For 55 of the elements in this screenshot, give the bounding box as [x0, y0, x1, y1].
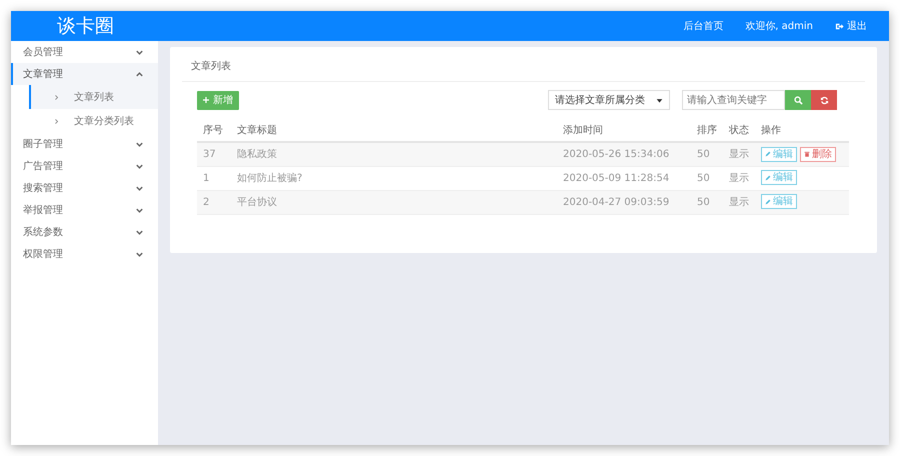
table-cell: 2020-04-27 09:03:59 — [557, 190, 691, 214]
sidebar-item[interactable]: 广告管理 — [11, 155, 158, 177]
table-cell: 2 — [197, 190, 231, 214]
table-cell: 显示 — [723, 190, 755, 214]
sidebar-item[interactable]: 搜索管理 — [11, 177, 158, 199]
panel-title: 文章列表 — [182, 55, 865, 82]
table-cell: 平台协议 — [231, 190, 557, 214]
search-field[interactable]: 请输入查询关键字 — [682, 90, 785, 110]
pencil-icon — [765, 198, 771, 205]
table-cell: 50 — [691, 166, 723, 190]
chevron-down-icon — [135, 48, 144, 56]
table-cell: 显示 — [723, 142, 755, 166]
logo: 谈卡圈 — [57, 16, 114, 36]
table-cell: 隐私政策 — [231, 142, 557, 166]
chevron-right-icon — [53, 118, 60, 124]
chevron-down-icon — [135, 228, 144, 236]
sidebar-item[interactable]: 圈子管理 — [11, 133, 158, 155]
sidebar-item[interactable]: 会员管理 — [11, 41, 158, 63]
chevron-down-icon — [135, 184, 144, 192]
sidebar-subitem[interactable]: 文章分类列表 — [29, 109, 158, 133]
pencil-icon — [765, 174, 771, 181]
sidebar-item[interactable]: 权限管理 — [11, 243, 158, 265]
table-cell: 显示 — [723, 166, 755, 190]
refresh-icon — [820, 96, 828, 104]
table-cell: 37 — [197, 142, 231, 166]
header-link[interactable]: 欢迎你, admin — [745, 18, 813, 34]
table-cell: 1 — [197, 166, 231, 190]
sidebar-item[interactable]: 文章管理 — [11, 63, 158, 85]
category-select[interactable]: 请选择文章所属分类 — [548, 90, 670, 110]
chevron-right-icon — [53, 94, 60, 100]
chevron-down-icon — [135, 162, 144, 170]
chevron-down-icon — [135, 250, 144, 258]
sidebar-item[interactable]: 举报管理 — [11, 199, 158, 221]
table-cell: 2020-05-09 11:28:54 — [557, 166, 691, 190]
logout-icon — [835, 22, 844, 30]
table-cell: 50 — [691, 190, 723, 214]
table-cell: 50 — [691, 142, 723, 166]
plus-icon — [203, 97, 209, 103]
search-icon — [794, 96, 802, 104]
table-cell: 2020-05-26 15:34:06 — [557, 142, 691, 166]
caret-down-icon — [656, 96, 663, 104]
chevron-down-icon — [135, 206, 144, 214]
table-cell: 如何防止被骗? — [231, 166, 557, 190]
sidebar-subitem[interactable]: 文章列表 — [29, 85, 158, 109]
header-link[interactable]: 后台首页 — [683, 18, 724, 34]
search-button[interactable] — [785, 90, 811, 110]
refresh-button[interactable] — [811, 90, 837, 110]
trash-icon — [804, 151, 810, 157]
delete-button[interactable]: 删除 — [800, 146, 836, 162]
sidebar-item[interactable]: 系统参数 — [11, 221, 158, 243]
logout-link[interactable]: 退出 — [835, 18, 867, 34]
chevron-up-icon — [135, 70, 144, 78]
pencil-icon — [765, 151, 771, 157]
add-button[interactable]: 新增 — [197, 90, 239, 110]
chevron-down-icon — [135, 140, 144, 148]
